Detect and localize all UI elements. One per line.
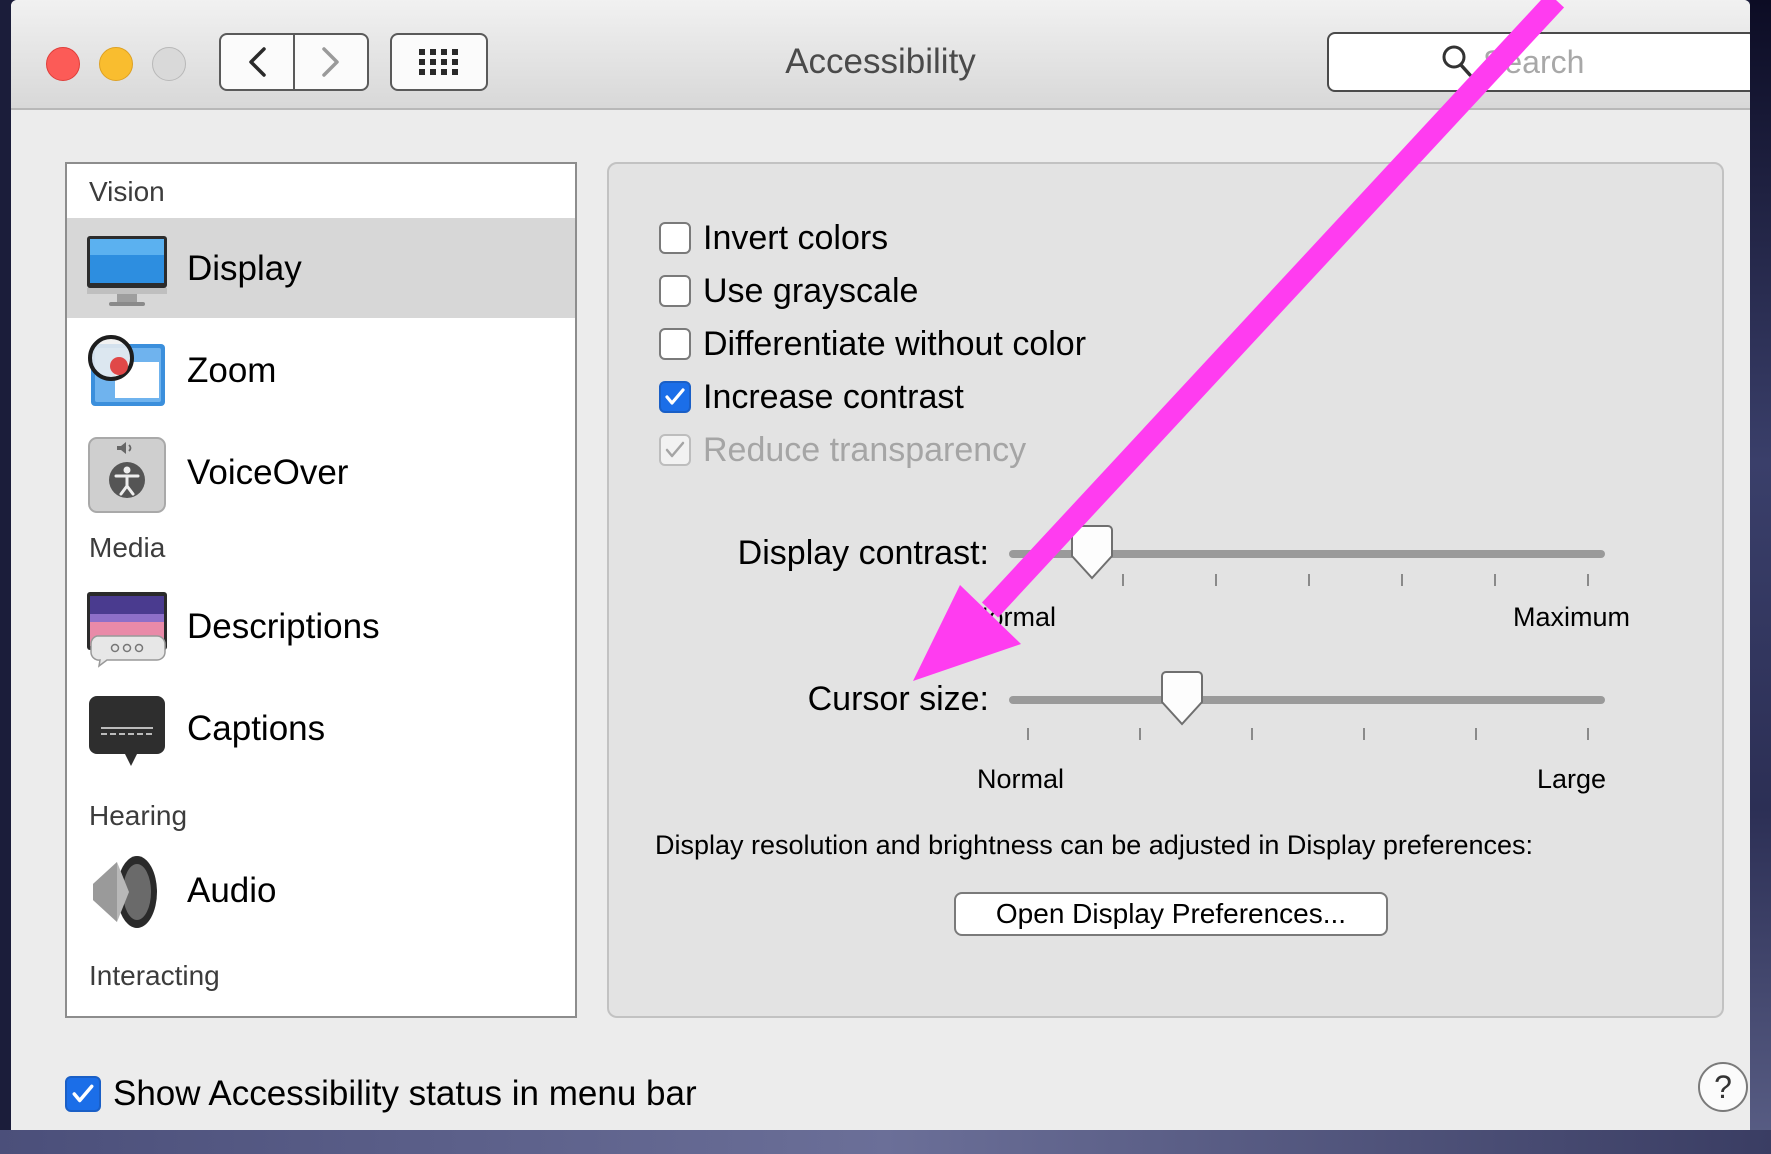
invert-colors-checkbox[interactable]: Invert colors (659, 218, 888, 258)
voiceover-icon (88, 437, 166, 513)
section-label-vision: Vision (89, 176, 165, 207)
sidebar-item-zoom[interactable]: Zoom (67, 320, 575, 420)
display-settings-panel: Invert colors Use grayscale Differentiat… (607, 162, 1724, 1018)
checkbox[interactable] (659, 434, 691, 466)
slider-tick (1027, 728, 1029, 740)
slider-tick (1308, 574, 1310, 586)
checkbox[interactable] (659, 275, 691, 307)
use-grayscale-checkbox[interactable]: Use grayscale (659, 271, 918, 311)
checkbox-label: Reduce transparency (703, 430, 1027, 469)
open-display-preferences-button[interactable]: Open Display Preferences... (954, 892, 1388, 936)
show-status-checkbox[interactable]: Show Accessibility status in menu bar (65, 1074, 697, 1114)
title-bar: Accessibility Search (11, 0, 1750, 110)
sidebar-item-label: Zoom (187, 351, 277, 390)
checkmark-icon (665, 441, 685, 458)
search-icon (1442, 45, 1472, 77)
checkbox-label: Use grayscale (703, 271, 919, 310)
checkbox-label: Show Accessibility status in menu bar (113, 1074, 697, 1113)
sidebar-item-label: Display (187, 249, 302, 288)
cursor-size-label: Cursor size: (807, 680, 989, 718)
display-icon (87, 236, 167, 306)
differentiate-without-color-checkbox[interactable]: Differentiate without color (659, 324, 1086, 364)
sidebar-item-captions[interactable]: Captions (67, 678, 575, 778)
zoom-icon (88, 335, 165, 406)
help-button[interactable]: ? (1698, 1062, 1748, 1112)
slider-tick (1215, 574, 1217, 586)
sidebar-item-descriptions[interactable]: Descriptions (67, 576, 575, 676)
search-placeholder: Search (1483, 44, 1585, 80)
slider-tick (1251, 728, 1253, 740)
captions-icon (89, 696, 165, 766)
sidebar-item-label: Audio (187, 871, 277, 910)
search-field[interactable]: Search (1327, 32, 1750, 92)
desktop-background-bottom (0, 1130, 1771, 1154)
desktop-background (1750, 0, 1771, 1154)
sidebar-item-voiceover[interactable]: VoiceOver (67, 422, 575, 522)
descriptions-icon (87, 592, 167, 668)
display-contrast-slider-thumb[interactable] (1068, 524, 1116, 582)
slider-tick (1139, 728, 1141, 740)
sidebar-item-label: VoiceOver (187, 453, 349, 492)
slider-tick (1363, 728, 1365, 740)
slider-tick (1587, 728, 1589, 740)
checkbox-label: Invert colors (703, 218, 889, 257)
sidebar-item-label: Descriptions (187, 607, 380, 646)
display-preferences-info: Display resolution and brightness can be… (655, 830, 1534, 860)
checkmark-icon (665, 388, 685, 405)
sidebar[interactable]: Vision Display Zoom VoiceOver Media Desc… (65, 162, 577, 1018)
preferences-window: Accessibility Search Vision Display Zoom… (11, 0, 1750, 1130)
reduce-transparency-checkbox[interactable]: Reduce transparency (659, 430, 1026, 470)
section-label-hearing: Hearing (89, 800, 188, 831)
checkbox[interactable] (659, 328, 691, 360)
checkbox-label: Differentiate without color (703, 324, 1087, 363)
section-label-media: Media (89, 532, 166, 563)
sidebar-item-display[interactable]: Display (67, 218, 575, 318)
slider-tick (1122, 574, 1124, 586)
cursor-size-slider-thumb[interactable] (1158, 670, 1206, 728)
display-contrast-label: Display contrast: (737, 534, 989, 572)
display-contrast-min-label: Normal (969, 602, 1057, 632)
slider-tick (1587, 574, 1589, 586)
slider-tick (1475, 728, 1477, 740)
checkbox-label: Increase contrast (703, 377, 964, 416)
checkbox[interactable] (659, 381, 691, 413)
slider-tick (1401, 574, 1403, 586)
cursor-size-max-label: Large (1537, 764, 1607, 794)
checkbox[interactable] (659, 222, 691, 254)
slider-tick (1494, 574, 1496, 586)
cursor-size-slider[interactable] (1009, 696, 1605, 704)
speaker-icon (93, 856, 157, 928)
checkmark-icon (72, 1084, 94, 1103)
checkbox[interactable] (65, 1076, 101, 1112)
display-contrast-max-label: Maximum (1513, 602, 1631, 632)
section-label-interacting: Interacting (89, 960, 220, 991)
sidebar-item-label: Captions (187, 709, 326, 748)
cursor-size-min-label: Normal (977, 764, 1065, 794)
increase-contrast-checkbox[interactable]: Increase contrast (659, 377, 964, 417)
sidebar-item-audio[interactable]: Audio (67, 840, 575, 940)
